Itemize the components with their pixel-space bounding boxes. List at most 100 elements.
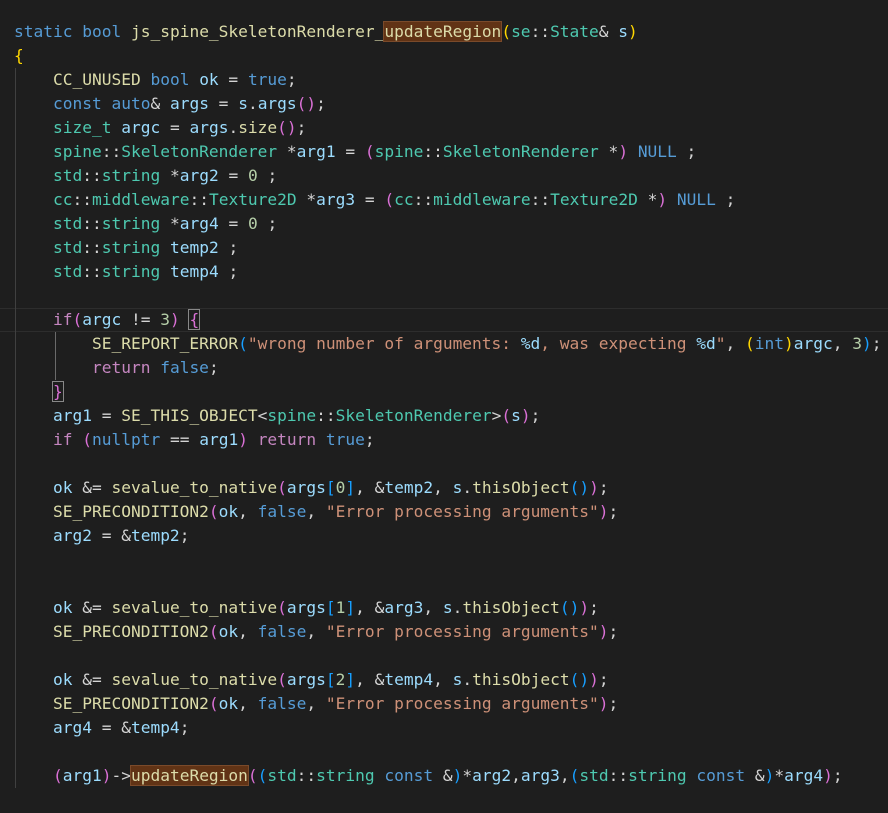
code-token: arg4 xyxy=(179,214,219,233)
code-line[interactable]: if (nullptr == arg1) return true; xyxy=(0,428,888,452)
code-token: { xyxy=(188,309,201,330)
code-line[interactable]: SE_PRECONDITION2(ok, false, "Error proce… xyxy=(0,500,888,524)
code-token: 3 xyxy=(160,310,170,329)
code-line[interactable]: std::string *arg4 = 0 ; xyxy=(0,212,888,236)
code-token: SE_PRECONDITION2 xyxy=(52,502,209,521)
code-token: argc xyxy=(82,310,122,329)
code-token: args xyxy=(286,670,326,689)
code-line[interactable]: SE_PRECONDITION2(ok, false, "Error proce… xyxy=(0,692,888,716)
code-token: ok xyxy=(52,478,73,497)
code-token: . xyxy=(462,670,473,689)
code-token: ; xyxy=(218,262,239,281)
code-token: 0 xyxy=(247,166,258,185)
code-line[interactable]: cc::middleware::Texture2D *arg3 = (cc::m… xyxy=(0,188,888,212)
code-line[interactable]: const auto& args = s.args(); xyxy=(0,92,888,116)
code-token: string xyxy=(316,766,375,785)
code-token: spine xyxy=(267,406,317,425)
code-line[interactable]: arg2 = &temp2; xyxy=(0,524,888,548)
code-line[interactable]: SE_PRECONDITION2(ok, false, "Error proce… xyxy=(0,620,888,644)
code-token: args xyxy=(257,94,297,113)
code-line[interactable]: ok &= sevalue_to_native(args[0], &temp2,… xyxy=(0,476,888,500)
code-token: ok xyxy=(218,694,239,713)
code-token: * xyxy=(160,214,180,233)
code-token: == xyxy=(160,430,200,449)
code-line[interactable]: arg4 = &temp4; xyxy=(0,716,888,740)
code-token: arg3 xyxy=(520,766,560,785)
code-token: string xyxy=(101,262,161,281)
code-text: return false; xyxy=(14,356,219,380)
code-token: sevalue_to_native xyxy=(111,478,278,497)
code-line[interactable]: if(argc != 3) { xyxy=(0,308,888,332)
code-token: & xyxy=(598,22,619,41)
code-line[interactable]: CC_UNUSED bool ok = true; xyxy=(0,68,888,92)
code-text: SE_REPORT_ERROR("wrong number of argumen… xyxy=(14,332,882,356)
code-token: ) xyxy=(101,766,112,785)
code-token: bool xyxy=(82,22,122,41)
code-editor[interactable]: static bool js_spine_SkeletonRenderer_up… xyxy=(0,0,888,813)
code-line[interactable]: ok &= sevalue_to_native(args[2], &temp4,… xyxy=(0,668,888,692)
code-token: std xyxy=(52,262,83,281)
code-token: ; xyxy=(179,718,190,737)
code-token: std xyxy=(52,166,83,185)
code-line[interactable]: std::string temp4 ; xyxy=(0,260,888,284)
code-text: arg4 = &temp4; xyxy=(14,716,189,740)
code-line[interactable]: spine::SkeletonRenderer *arg1 = (spine::… xyxy=(0,140,888,164)
code-token: ; xyxy=(179,526,190,545)
code-line[interactable]: return false; xyxy=(0,356,888,380)
code-token: args xyxy=(286,598,326,617)
code-text: std::string temp4 ; xyxy=(14,260,238,284)
code-line[interactable] xyxy=(0,548,888,572)
code-line[interactable]: { xyxy=(0,44,888,68)
code-line[interactable]: arg1 = SE_THIS_OBJECT<spine::SkeletonRen… xyxy=(0,404,888,428)
code-line[interactable]: static bool js_spine_SkeletonRenderer_up… xyxy=(0,20,888,44)
code-token: SkeletonRenderer xyxy=(442,142,599,161)
code-token: &= xyxy=(72,670,112,689)
code-token: , was expecting xyxy=(540,334,697,353)
code-line[interactable]: SE_REPORT_ERROR("wrong number of argumen… xyxy=(0,332,888,356)
code-token: false xyxy=(257,622,307,641)
code-token: ; xyxy=(316,94,326,113)
code-line[interactable] xyxy=(0,284,888,308)
code-text: if(argc != 3) { xyxy=(14,308,201,332)
code-token: return xyxy=(257,430,317,449)
code-token: if xyxy=(52,430,73,449)
code-token: ; xyxy=(676,142,697,161)
code-line[interactable]: std::string temp2 ; xyxy=(0,236,888,260)
code-token: ( xyxy=(384,190,395,209)
code-text: cc::middleware::Texture2D *arg3 = (cc::m… xyxy=(14,188,735,212)
code-token: ( xyxy=(82,430,92,449)
code-text: static bool js_spine_SkeletonRenderer_up… xyxy=(14,20,638,44)
code-line[interactable]: ok &= sevalue_to_native(args[1], &arg3, … xyxy=(0,596,888,620)
editor-scrollbar[interactable] xyxy=(880,0,888,813)
code-token: , xyxy=(238,694,258,713)
code-line[interactable]: } xyxy=(0,380,888,404)
code-token: arg3 xyxy=(384,598,424,617)
code-token: ) xyxy=(618,142,629,161)
code-token: , & xyxy=(355,478,385,497)
code-token: Texture2D xyxy=(550,190,638,209)
code-token: ) xyxy=(657,190,668,209)
code-token: = xyxy=(160,118,190,137)
code-line[interactable]: std::string *arg2 = 0 ; xyxy=(0,164,888,188)
code-line[interactable] xyxy=(0,740,888,764)
code-token: "Error processing arguments" xyxy=(325,694,599,713)
code-token: CC_UNUSED xyxy=(52,70,141,89)
code-token: ( xyxy=(208,694,219,713)
code-token: = xyxy=(355,190,385,209)
code-line[interactable] xyxy=(0,452,888,476)
code-line[interactable] xyxy=(0,644,888,668)
code-token: , xyxy=(306,622,326,641)
code-line[interactable]: (arg1)->updateRegion((std::string const … xyxy=(0,764,888,788)
code-line[interactable]: size_t argc = args.size(); xyxy=(0,116,888,140)
code-token: 1 xyxy=(335,598,346,617)
code-token: middleware xyxy=(91,190,190,209)
code-token: . xyxy=(462,478,473,497)
code-line[interactable] xyxy=(0,572,888,596)
code-token: Texture2D xyxy=(208,190,297,209)
